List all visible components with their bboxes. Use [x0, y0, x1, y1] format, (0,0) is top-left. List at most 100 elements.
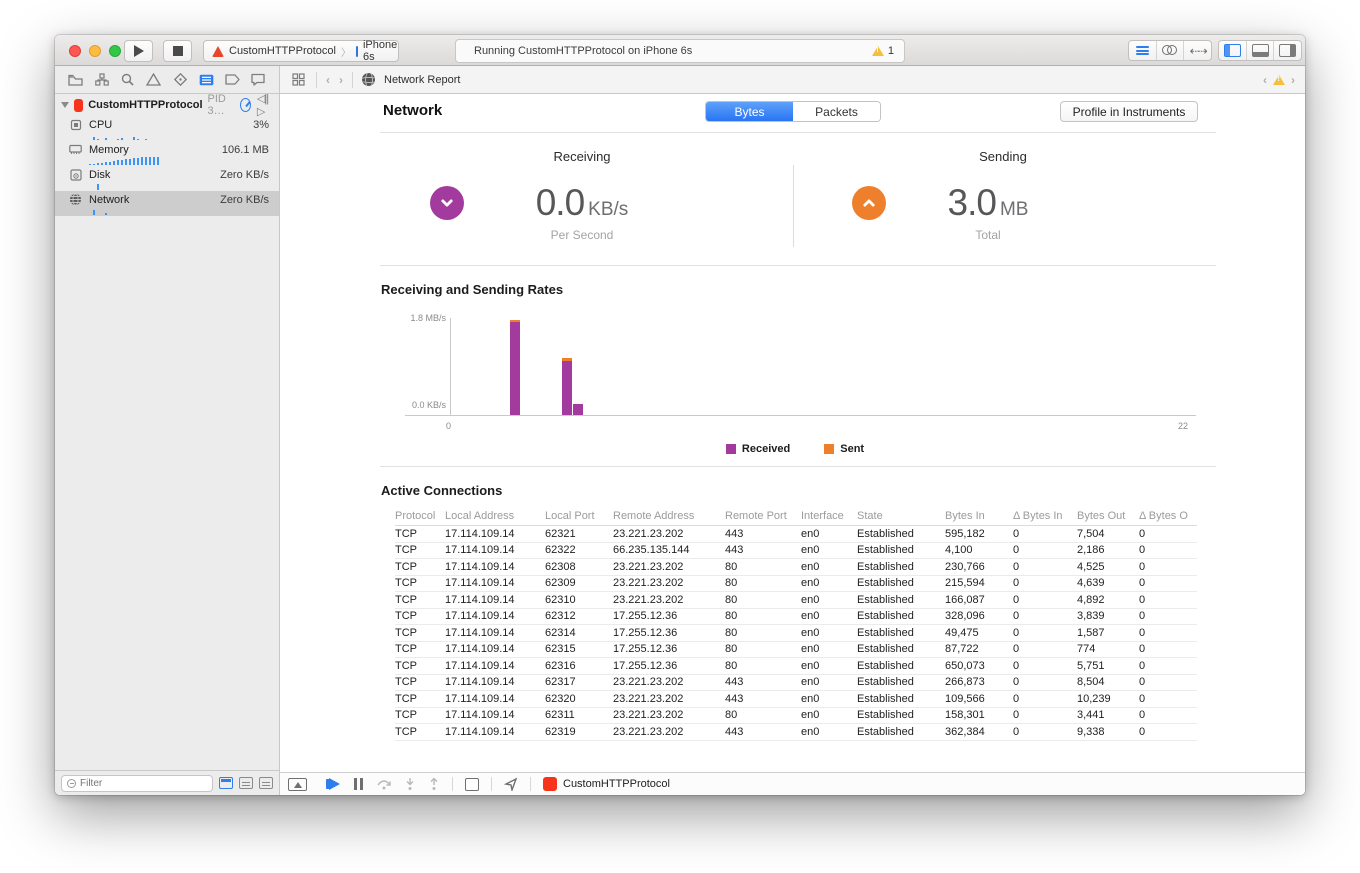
column-header[interactable]: Local Port [545, 510, 613, 522]
divider [491, 777, 492, 791]
project-navigator-icon[interactable] [67, 72, 84, 88]
chart-bar-sent-tip [510, 320, 520, 323]
table-cell: en0 [801, 594, 857, 606]
test-navigator-icon[interactable] [172, 72, 189, 88]
tab-bytes[interactable]: Bytes [706, 102, 793, 121]
table-row[interactable]: TCP17.114.109.146231923.221.23.202443en0… [395, 724, 1197, 741]
search-navigator-icon[interactable] [119, 72, 136, 88]
stack-view-toggle-icon[interactable] [259, 777, 273, 789]
next-issue-icon[interactable]: › [1291, 73, 1295, 87]
step-over-button[interactable] [376, 778, 392, 790]
pause-button[interactable] [352, 778, 364, 790]
jump-bar-title[interactable]: Network Report [384, 74, 460, 86]
table-row[interactable]: TCP17.114.109.146232123.221.23.202443en0… [395, 526, 1197, 543]
table-row[interactable]: TCP17.114.109.146232266.235.135.144443en… [395, 543, 1197, 560]
forward-icon[interactable]: › [339, 73, 343, 87]
column-header[interactable]: Remote Address [613, 510, 725, 522]
filter-input[interactable] [80, 778, 207, 789]
close-window-button[interactable] [69, 45, 81, 57]
view-hierarchy-button[interactable] [465, 778, 479, 791]
tab-packets[interactable]: Packets [793, 102, 880, 121]
issue-warning-icon[interactable] [1273, 75, 1285, 85]
column-header[interactable]: Protocol [395, 510, 445, 522]
table-cell: 4,892 [1077, 594, 1139, 606]
memory-columns-icon[interactable]: ◁||▷ [257, 92, 271, 118]
table-cell: 80 [725, 660, 801, 672]
breakpoint-navigator-icon[interactable] [224, 72, 241, 88]
stop-button[interactable] [163, 40, 192, 62]
toggle-debug-area-button[interactable] [1247, 41, 1275, 60]
threads-view-toggle-icon[interactable] [239, 777, 253, 789]
table-row[interactable]: TCP17.114.109.146232023.221.23.202443en0… [395, 691, 1197, 708]
table-cell: en0 [801, 726, 857, 738]
standard-editor-button[interactable] [1129, 41, 1157, 60]
table-cell: en0 [801, 693, 857, 705]
step-into-button[interactable] [404, 778, 416, 791]
table-cell: 23.221.23.202 [613, 726, 725, 738]
table-row[interactable]: TCP17.114.109.146231217.255.12.3680en0Es… [395, 609, 1197, 626]
hide-debug-area-button[interactable] [288, 778, 307, 791]
network-report: Network Bytes Packets Profile in Instrum… [280, 94, 1305, 795]
table-cell: TCP [395, 594, 445, 606]
symbol-navigator-icon[interactable] [93, 72, 110, 88]
debug-process-chip[interactable]: CustomHTTPProtocol [543, 777, 670, 791]
column-header[interactable]: Interface [801, 510, 857, 522]
table-cell: 443 [725, 693, 801, 705]
scheme-selector[interactable]: CustomHTTPProtocol 〉 iPhone 6s [203, 40, 399, 62]
toggle-inspector-button[interactable] [1274, 41, 1301, 60]
table-cell: 328,096 [945, 610, 1013, 622]
table-cell: 4,100 [945, 544, 1013, 556]
warning-count[interactable]: 1 [888, 45, 894, 57]
column-header[interactable]: Δ Bytes In [1013, 510, 1077, 522]
back-icon[interactable]: ‹ [326, 73, 330, 87]
table-row[interactable]: TCP17.114.109.146231617.255.12.3680en0Es… [395, 658, 1197, 675]
toggle-navigator-button[interactable] [1219, 41, 1247, 60]
receiving-label: Receiving [482, 149, 682, 164]
column-header[interactable]: Local Address [445, 510, 545, 522]
debug-navigator-icon[interactable] [198, 72, 215, 88]
gauge-icon[interactable] [240, 98, 251, 112]
table-row[interactable]: TCP17.114.109.146231417.255.12.3680en0Es… [395, 625, 1197, 642]
table-cell: 0 [1013, 544, 1077, 556]
profile-in-instruments-button[interactable]: Profile in Instruments [1060, 101, 1198, 122]
table-row[interactable]: TCP17.114.109.146231723.221.23.202443en0… [395, 675, 1197, 692]
process-row[interactable]: CustomHTTPProtocol PID 3… ◁||▷ [55, 94, 279, 116]
table-cell: Established [857, 726, 945, 738]
assistant-editor-button[interactable] [1157, 41, 1185, 60]
issue-navigator-icon[interactable] [145, 72, 162, 88]
receiving-total-stat: 3.0MB Total [888, 182, 1088, 242]
table-cell: en0 [801, 709, 857, 721]
previous-issue-icon[interactable]: ‹ [1263, 73, 1267, 87]
related-items-icon[interactable] [290, 72, 307, 88]
table-cell: en0 [801, 676, 857, 688]
sidebar-gauge-cpu[interactable]: CPU3% [55, 116, 279, 141]
table-row[interactable]: TCP17.114.109.146231123.221.23.20280en0E… [395, 708, 1197, 725]
column-header[interactable]: Remote Port [725, 510, 801, 522]
version-editor-button[interactable]: ⇠⇢ [1184, 41, 1211, 60]
column-header[interactable]: State [857, 510, 945, 522]
table-cell: 62322 [545, 544, 613, 556]
column-header[interactable]: Δ Bytes O [1139, 510, 1197, 522]
table-cell: 23.221.23.202 [613, 693, 725, 705]
column-header[interactable]: Bytes Out [1077, 510, 1139, 522]
zoom-window-button[interactable] [109, 45, 121, 57]
column-header[interactable]: Bytes In [945, 510, 1013, 522]
simulate-location-button[interactable] [504, 777, 518, 791]
sidebar-gauge-disk[interactable]: DiskZero KB/s [55, 166, 279, 191]
flat-view-toggle-icon[interactable] [219, 777, 233, 789]
report-navigator-icon[interactable] [250, 72, 267, 88]
step-out-button[interactable] [428, 778, 440, 791]
warning-icon[interactable] [872, 46, 884, 56]
breakpoints-toggle-button[interactable] [319, 778, 340, 790]
minimize-window-button[interactable] [89, 45, 101, 57]
sidebar-gauge-network[interactable]: NetworkZero KB/s [55, 191, 279, 216]
sidebar-gauge-memory[interactable]: Memory106.1 MB [55, 141, 279, 166]
disclosure-triangle-icon[interactable] [61, 102, 69, 108]
table-cell: 17.114.109.14 [445, 528, 545, 540]
table-row[interactable]: TCP17.114.109.146231023.221.23.20280en0E… [395, 592, 1197, 609]
filter-field[interactable] [61, 775, 213, 792]
run-button[interactable] [124, 40, 153, 62]
table-row[interactable]: TCP17.114.109.146230923.221.23.20280en0E… [395, 576, 1197, 593]
table-row[interactable]: TCP17.114.109.146230823.221.23.20280en0E… [395, 559, 1197, 576]
table-row[interactable]: TCP17.114.109.146231517.255.12.3680en0Es… [395, 642, 1197, 659]
